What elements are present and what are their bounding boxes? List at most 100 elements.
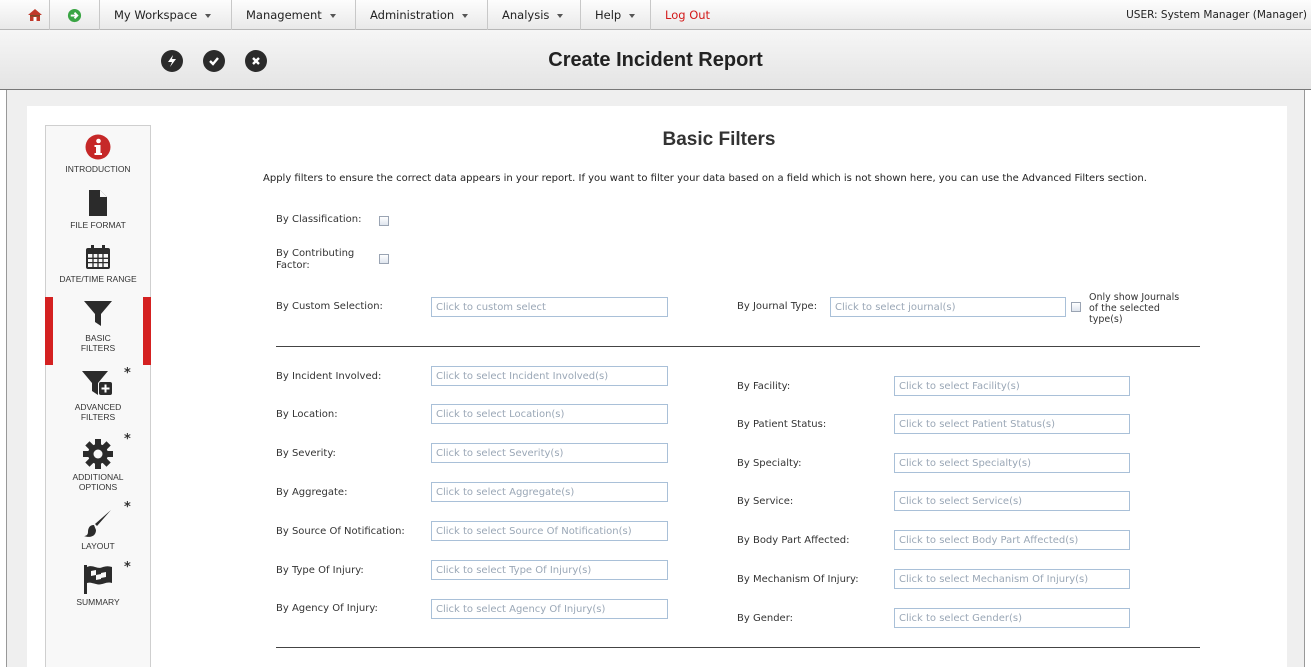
step-summary[interactable]: SUMMARY	[46, 564, 150, 607]
filter-label: By Source Of Notification:	[276, 526, 405, 537]
journal-type-field[interactable]	[830, 297, 1066, 317]
section-heading: Basic Filters	[662, 129, 776, 150]
chevron-down-icon	[557, 13, 564, 18]
label-line: of the selected	[1089, 303, 1160, 314]
menu-help[interactable]: Help	[581, 0, 651, 30]
label-line: Factor:	[276, 260, 310, 271]
journal-type-label: By Journal Type:	[737, 301, 818, 312]
source-of-notification-field[interactable]	[431, 521, 668, 541]
divider	[276, 647, 1200, 648]
top-menu-bar: My Workspace Management Administration A…	[0, 0, 1311, 30]
specialty-field[interactable]	[894, 453, 1130, 473]
divider	[276, 346, 1200, 347]
journal-only-checkbox[interactable]	[1071, 302, 1081, 312]
filter-label: By Gender:	[737, 613, 794, 624]
menu-administration[interactable]: Administration	[356, 0, 488, 30]
required-star: *	[124, 432, 131, 447]
menu-management[interactable]: Management	[232, 0, 356, 30]
step-label: FILTERS	[80, 412, 116, 422]
filter-plus-icon	[82, 371, 112, 395]
step-label: LAYOUT	[81, 541, 115, 551]
incident-involved-field[interactable]	[431, 366, 668, 386]
facility-field[interactable]	[894, 376, 1130, 396]
required-star: *	[124, 500, 131, 515]
label-line: Only show Journals	[1089, 292, 1180, 303]
filter-label: By Location:	[276, 409, 338, 420]
contributing-factor-label: By Contributing Factor:	[276, 248, 354, 272]
filter-label: By Patient Status:	[737, 419, 827, 430]
label-line: By Contributing	[276, 248, 355, 259]
mechanism-of-injury-field[interactable]	[894, 569, 1130, 589]
gender-field[interactable]	[894, 608, 1130, 628]
filter-label: By Incident Involved:	[276, 371, 382, 382]
home-icon[interactable]	[20, 0, 50, 30]
step-label: OPTIONS	[78, 482, 118, 492]
classification-label: By Classification:	[276, 214, 362, 225]
required-star: *	[124, 560, 131, 575]
filter-label: By Aggregate:	[276, 487, 348, 498]
menu-my-workspace[interactable]: My Workspace	[100, 0, 232, 30]
intro-text: Apply filters to ensure the correct data…	[263, 173, 1147, 184]
filter-label: By Agency Of Injury:	[276, 603, 378, 614]
wizard-nav: INTRODUCTION FILE FORMAT DATE/TIME RANGE…	[45, 125, 151, 667]
step-advanced-filters[interactable]: ADVANCED FILTERS	[46, 369, 150, 422]
chevron-down-icon	[205, 13, 212, 18]
step-file-format[interactable]: FILE FORMAT	[46, 190, 150, 230]
step-label: DATE/TIME RANGE	[59, 274, 137, 284]
step-label: INTRODUCTION	[65, 164, 131, 174]
contributing-factor-checkbox[interactable]	[379, 254, 389, 264]
required-star: *	[124, 366, 131, 381]
logout-link[interactable]: Log Out	[651, 0, 710, 30]
step-date-time-range[interactable]: DATE/TIME RANGE	[46, 244, 150, 284]
filter-label: By Service:	[737, 496, 794, 507]
chevron-down-icon	[329, 13, 336, 18]
menu-label: Analysis	[502, 8, 550, 22]
service-field[interactable]	[894, 491, 1130, 511]
aggregate-field[interactable]	[431, 482, 668, 502]
label-line: type(s)	[1089, 314, 1123, 325]
step-label: BASIC	[85, 333, 111, 343]
location-field[interactable]	[431, 404, 668, 424]
menu-label: Help	[595, 8, 622, 22]
calendar-icon	[86, 245, 110, 269]
active-step-bar-right	[143, 297, 151, 365]
brush-icon	[84, 510, 111, 537]
step-label: ADVANCED	[74, 402, 122, 412]
patient-status-field[interactable]	[894, 414, 1130, 434]
filter-label: By Body Part Affected:	[737, 535, 850, 546]
severity-field[interactable]	[431, 443, 668, 463]
step-additional-options[interactable]: ADDITIONAL OPTIONS	[46, 439, 150, 492]
toolbar: Create Incident Report	[0, 30, 1311, 90]
step-introduction[interactable]: INTRODUCTION	[46, 134, 150, 174]
step-label: FILTERS	[80, 343, 116, 353]
flag-icon	[84, 565, 112, 594]
filter-label: By Severity:	[276, 448, 336, 459]
step-layout[interactable]: LAYOUT	[46, 508, 150, 551]
custom-selection-field[interactable]	[431, 297, 668, 317]
menu-label: Management	[246, 8, 322, 22]
gear-icon	[83, 439, 113, 469]
filter-label: By Mechanism Of Injury:	[737, 574, 859, 585]
custom-selection-label: By Custom Selection:	[276, 301, 383, 312]
classification-checkbox[interactable]	[379, 216, 389, 226]
menu-label: Administration	[370, 8, 455, 22]
agency-of-injury-field[interactable]	[431, 599, 668, 619]
arrow-right-circle-icon[interactable]	[50, 0, 100, 30]
step-label: SUMMARY	[76, 597, 120, 607]
filter-label: By Type Of Injury:	[276, 565, 364, 576]
file-icon	[89, 190, 107, 216]
journal-only-label: Only show Journals of the selected type(s)	[1089, 292, 1179, 325]
body-part-affected-field[interactable]	[894, 530, 1130, 550]
menu-analysis[interactable]: Analysis	[488, 0, 581, 30]
step-label: ADDITIONAL	[72, 472, 124, 482]
active-step-bar-left	[45, 297, 53, 365]
chevron-down-icon	[629, 13, 636, 18]
chevron-down-icon	[462, 13, 469, 18]
info-icon	[85, 134, 111, 160]
type-of-injury-field[interactable]	[431, 560, 668, 580]
step-basic-filters[interactable]: BASIC FILTERS	[46, 298, 150, 366]
user-info: USER: System Manager (Manager)	[1126, 9, 1307, 21]
filter-label: By Facility:	[737, 381, 791, 392]
filter-label: By Specialty:	[737, 458, 802, 469]
page-title: Create Incident Report	[548, 49, 763, 71]
